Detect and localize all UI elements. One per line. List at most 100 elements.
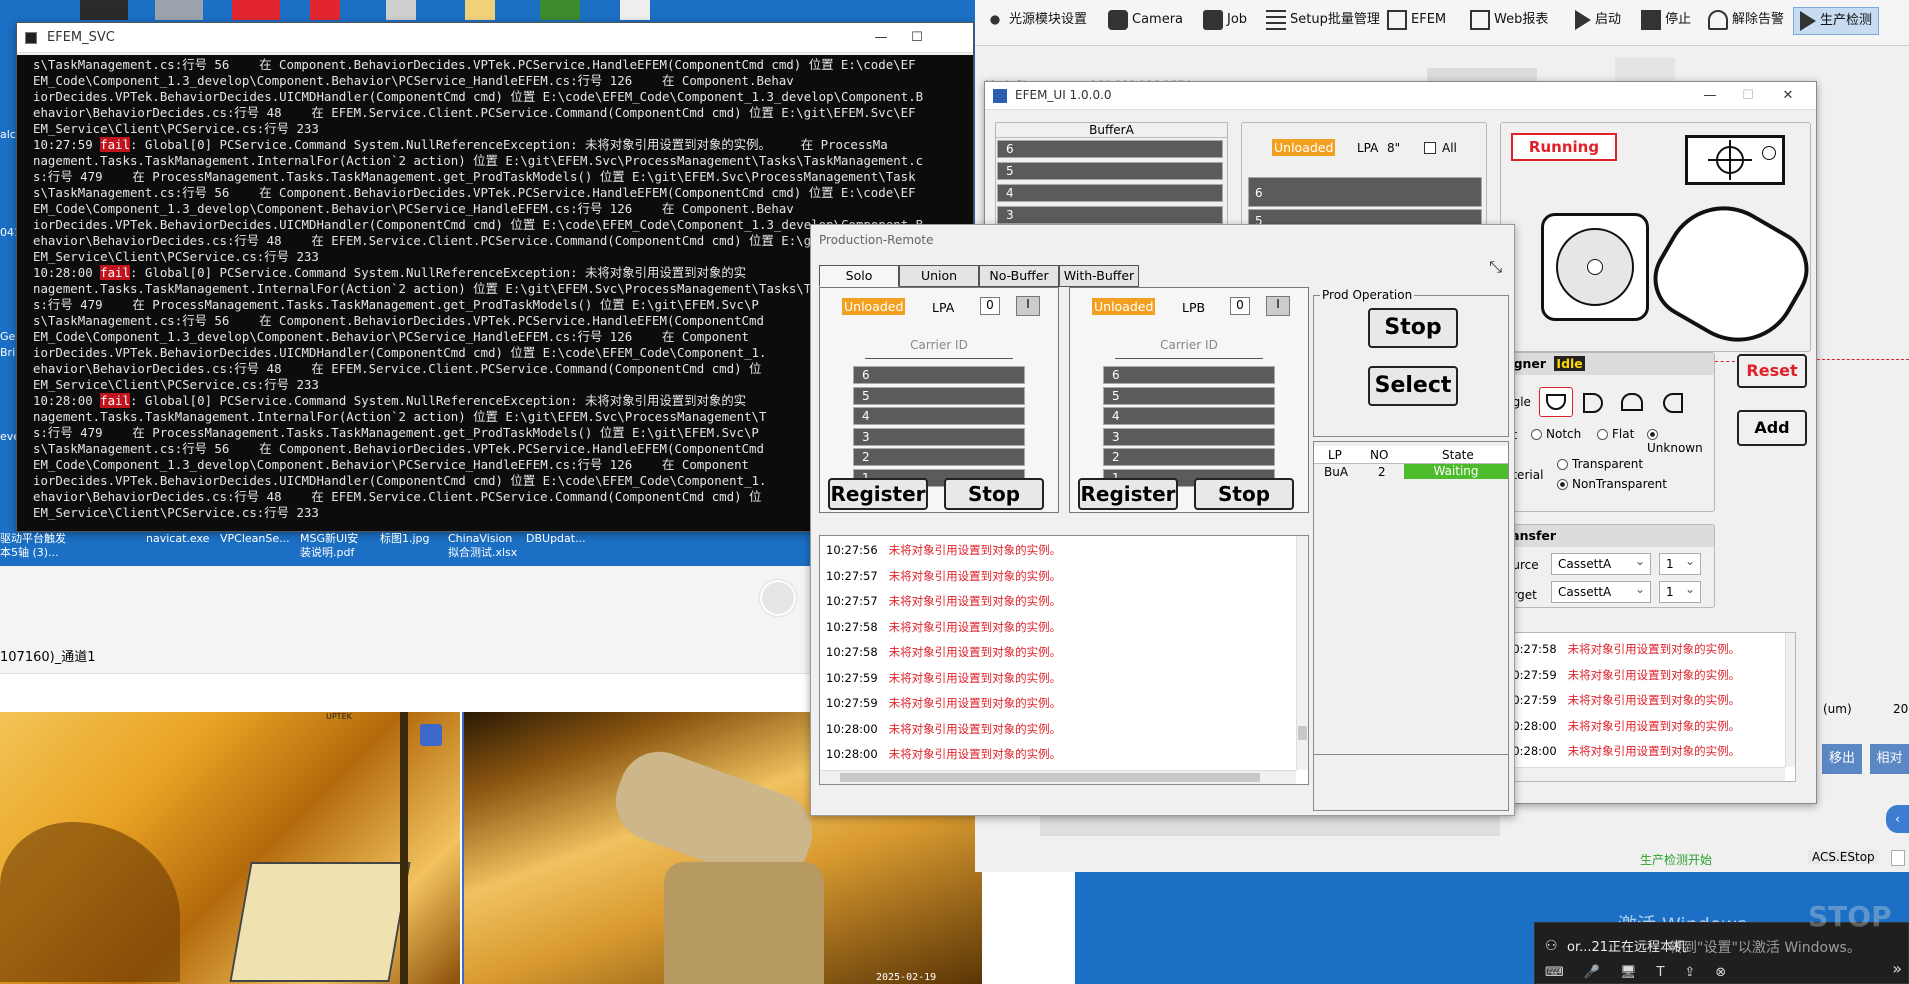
target-slot-select[interactable]: 1: [1659, 579, 1701, 603]
desktop-app-icon[interactable]: [386, 0, 416, 20]
radio-transparent[interactable]: Transparent: [1557, 457, 1643, 471]
left-edge-label: Bri: [0, 346, 16, 359]
radio-flat[interactable]: Flat: [1597, 427, 1634, 441]
camera-view-1-icon[interactable]: [420, 724, 442, 746]
lpb-count: 0: [1230, 297, 1250, 315]
log-time: 10:27:59: [826, 696, 889, 710]
toolbar-label: Setup批量管理: [1290, 12, 1380, 27]
camera-2-robot-base: [664, 862, 824, 984]
toolbar-stop[interactable]: 停止: [1641, 8, 1691, 32]
desktop-file[interactable]: MSG新UI安 装说明.pdf: [300, 532, 358, 560]
maximize-button[interactable]: ☐: [899, 27, 935, 49]
radio-unknown[interactable]: Unknown: [1647, 427, 1714, 455]
toolbar-label: 停止: [1665, 12, 1692, 27]
prod-operation-title: Prod Operation: [1320, 288, 1415, 302]
add-button[interactable]: Add: [1737, 410, 1807, 446]
desktop-file[interactable]: navicat.exe: [146, 532, 209, 546]
desktop-app-icon[interactable]: [465, 0, 495, 20]
all-checkbox[interactable]: [1424, 142, 1436, 154]
relative-button[interactable]: 相对: [1870, 744, 1909, 774]
lpa-io-button[interactable]: I: [1016, 296, 1040, 316]
log-entry: 10:27:59 未将对象引用设置到对象的实例。: [826, 666, 1294, 692]
toolbar-start[interactable]: 启动: [1575, 8, 1621, 32]
angle-option-selected[interactable]: [1539, 387, 1573, 417]
lpa-register-button[interactable]: Register: [828, 478, 928, 510]
lpb-register-button[interactable]: Register: [1078, 478, 1178, 510]
slot-row: 3: [853, 427, 1025, 446]
prod-stop-button[interactable]: Stop: [1368, 308, 1458, 348]
desktop-app-icon[interactable]: [620, 0, 650, 20]
toolbar-light-module[interactable]: 光源模块设置: [985, 8, 1087, 32]
queue-table-header: LP NO State: [1314, 446, 1508, 464]
efem-log-hscroll[interactable]: [1501, 767, 1785, 781]
efem-title-bar[interactable]: EFEM_UI 1.0.0.0 — ☐ ✕: [985, 82, 1816, 110]
log-time: 10:27:58: [826, 619, 889, 634]
radio-nontransparent[interactable]: NonTransparent: [1557, 477, 1667, 491]
collapse-chevron-icon[interactable]: »: [1892, 959, 1902, 978]
collapse-icon[interactable]: ⤡: [1489, 257, 1502, 277]
stage-center: [1587, 259, 1603, 275]
angle-option[interactable]: [1663, 393, 1683, 413]
prod-select-button[interactable]: Select: [1368, 366, 1458, 406]
move-out-button[interactable]: 移出: [1822, 744, 1862, 774]
log-message: 未将对象引用设置到对象的实例。: [888, 543, 1062, 557]
reset-button[interactable]: Reset: [1737, 354, 1807, 388]
log-message: 未将对象引用设置到对象的实例。: [1567, 718, 1741, 733]
radio-notch[interactable]: Notch: [1531, 427, 1581, 441]
desktop-file[interactable]: VPCleanSe...: [220, 532, 290, 546]
scroll-thumb[interactable]: [1298, 726, 1307, 740]
table-row[interactable]: BuA 2 Waiting: [1314, 464, 1508, 480]
desktop-icon-strip: [0, 0, 980, 22]
prod-operation-panel: Prod Operation Stop Select: [1313, 288, 1509, 437]
desktop-app-icon[interactable]: [80, 0, 128, 20]
log-time: 10:28:00: [826, 721, 889, 736]
remote-title: Production-Remote: [819, 233, 934, 247]
tab-no-buffer[interactable]: No-Buffer: [979, 265, 1059, 287]
lpa-stop-button[interactable]: Stop: [944, 478, 1044, 510]
log-entry: 10:28:00 未将对象引用设置到对象的实例。: [826, 717, 1294, 743]
remote-log-hscroll[interactable]: [820, 770, 1296, 784]
desktop-file[interactable]: ChinaVision 拟合测试.xlsx: [448, 532, 517, 560]
log-entry: 10:27:57 未将对象引用设置到对象的实例。: [826, 564, 1294, 590]
lpb-stop-button[interactable]: Stop: [1194, 478, 1294, 510]
toolbar-web-report[interactable]: Web报表: [1470, 8, 1548, 32]
efem-log-scrollbar[interactable]: [1785, 633, 1795, 767]
maximize-button[interactable]: ☐: [1730, 85, 1766, 107]
minimize-button[interactable]: —: [1692, 85, 1728, 107]
toolbar-efem[interactable]: EFEM: [1387, 8, 1446, 32]
console-line: s\TaskManagement.cs:行号 56 在 Component.Be…: [33, 185, 916, 200]
desktop-file[interactable]: DBUpdat...: [526, 532, 586, 546]
scroll-thumb[interactable]: [840, 773, 1260, 782]
close-button[interactable]: ✕: [1770, 85, 1806, 107]
desktop-app-icon[interactable]: [232, 0, 280, 20]
remote-log-vscroll[interactable]: [1296, 536, 1308, 770]
desktop-app-icon[interactable]: [310, 0, 340, 20]
angle-option[interactable]: [1621, 393, 1643, 411]
angle-option[interactable]: [1583, 393, 1603, 413]
lpb-io-button[interactable]: I: [1266, 296, 1290, 316]
camera-2-timestamp: 2025-02-19 10:29:18: [876, 972, 937, 984]
scroll-left-button[interactable]: ‹: [1886, 805, 1909, 833]
toolbar-camera[interactable]: Camera: [1108, 8, 1183, 32]
svc-title-bar[interactable]: EFEM_SVC — ☐: [17, 23, 973, 53]
minimize-button[interactable]: —: [863, 27, 899, 49]
desktop-file[interactable]: 标图1.jpg: [380, 532, 430, 546]
tab-with-buffer[interactable]: With-Buffer: [1059, 265, 1139, 287]
toolbar-job[interactable]: Job: [1203, 8, 1247, 32]
tab-union[interactable]: Union: [899, 265, 979, 287]
toolbar-setup[interactable]: Setup批量管理: [1266, 8, 1380, 32]
queue-table-divider: [1314, 754, 1508, 755]
desktop-file[interactable]: 驱动平台触发 本5轴 (3)...: [0, 532, 66, 560]
activate-sub: 转到"设置"以激活 Windows。: [1669, 940, 1861, 956]
source-select[interactable]: CassettA: [1551, 551, 1651, 575]
desktop-app-icon[interactable]: [540, 0, 580, 20]
source-slot-select[interactable]: 1: [1659, 551, 1701, 575]
toolbar-clear-alarm[interactable]: 解除告警: [1708, 8, 1784, 32]
toolbar-production[interactable]: 生产检测: [1793, 7, 1880, 35]
desktop-app-icon[interactable]: [155, 0, 203, 20]
console-line: s:行号 479 在 ProcessManagement.Tasks.TaskM…: [33, 169, 916, 184]
slot-row: 4: [1103, 407, 1275, 425]
target-select[interactable]: CassettA: [1551, 579, 1651, 603]
tab-solo[interactable]: Solo: [819, 265, 899, 287]
remote-log-list: 10:27:56 未将对象引用设置到对象的实例。 10:27:57 未将对象引用设…: [826, 538, 1294, 768]
